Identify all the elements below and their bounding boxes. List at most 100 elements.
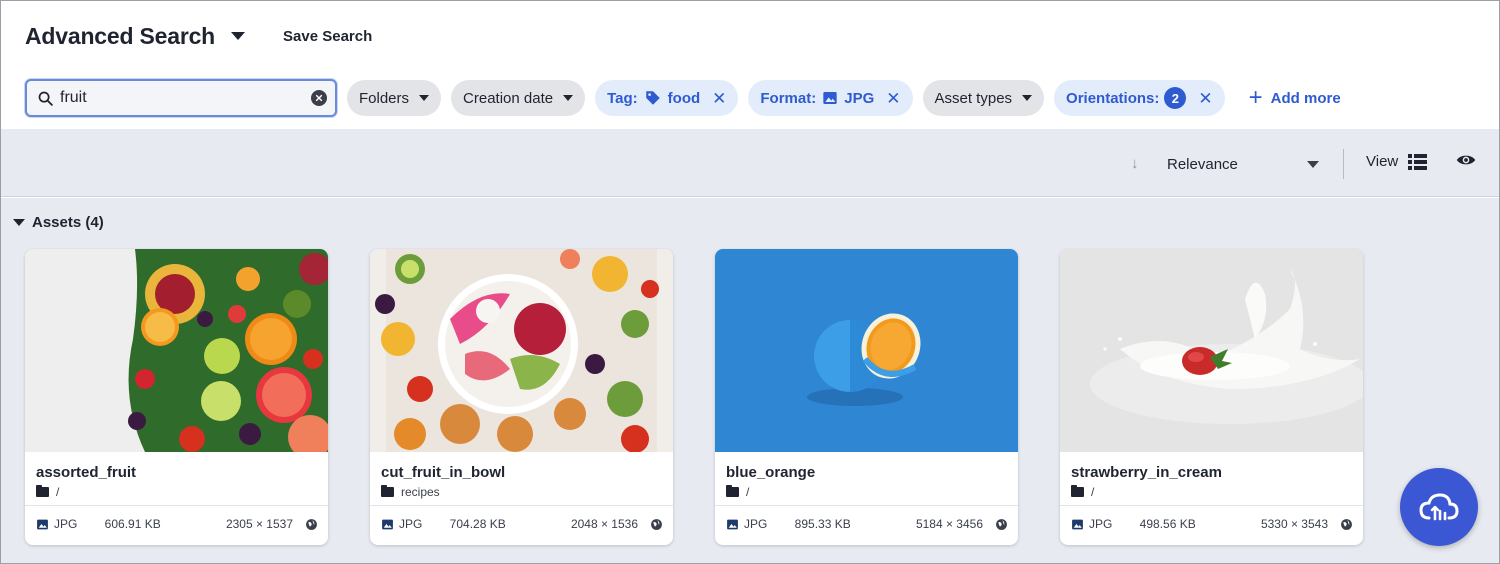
plus-icon: + (1248, 84, 1263, 111)
folder-icon (36, 485, 49, 497)
chevron-down-icon (1022, 95, 1033, 101)
asset-size: 895.33 KB (794, 517, 851, 531)
image-icon (822, 90, 838, 106)
card-divider (1060, 505, 1363, 506)
globe-icon (1340, 518, 1353, 531)
orientations-filter[interactable]: Orientations: 2 ✕ (1054, 80, 1225, 116)
asset-meta: JPG 895.33 KB 5184 × 3456 (726, 514, 1008, 534)
folder-icon (381, 485, 394, 497)
results-toolbar: ↓ Relevance View (1, 129, 1499, 197)
asset-format-label: JPG (399, 517, 423, 531)
search-input[interactable] (54, 83, 311, 113)
asset-folder-path: recipes (401, 485, 440, 499)
image-icon (382, 519, 393, 529)
asset-format: JPG (381, 517, 450, 531)
tag-icon (644, 89, 662, 107)
asset-name: assorted_fruit (36, 464, 137, 481)
tag-filter-label: Tag: (607, 89, 638, 107)
asset-card[interactable]: strawberry_in_cream / JPG 498.56 KB 5330… (1060, 249, 1363, 545)
asset-folder-path: / (56, 485, 60, 499)
save-search-button[interactable]: Save Search (283, 28, 372, 45)
asset-format-label: JPG (1089, 517, 1113, 531)
asset-thumbnail (25, 249, 328, 452)
asset-size: 606.91 KB (104, 517, 161, 531)
image-icon (727, 519, 738, 529)
app-frame: Advanced Search Save Search Folders (0, 0, 1500, 564)
asset-name: blue_orange (726, 464, 816, 481)
results-area: Assets (4) assorted_fruit / JPG 606.91 K… (1, 198, 1499, 563)
title-dropdown-icon[interactable] (231, 32, 246, 40)
add-more-button[interactable]: + Add more (1249, 86, 1341, 110)
asset-size: 704.28 KB (449, 517, 506, 531)
asset-meta: JPG 498.56 KB 5330 × 3543 (1071, 514, 1353, 534)
format-filter-value: JPG (844, 89, 875, 107)
remove-format-filter-icon[interactable]: ✕ (886, 90, 900, 107)
globe-icon (995, 518, 1008, 531)
tag-filter-value: food (667, 89, 701, 107)
assets-section-toggle[interactable]: Assets (4) (13, 214, 104, 231)
asset-folder: / (1071, 485, 1094, 499)
asset-folder-path: / (746, 485, 750, 499)
card-divider (715, 505, 1018, 506)
card-divider (25, 505, 328, 506)
filter-row: Folders Creation date Tag: food ✕ Format… (25, 79, 1341, 117)
asset-meta: JPG 704.28 KB 2048 × 1536 (381, 514, 663, 534)
asset-format: JPG (36, 517, 105, 531)
remove-tag-filter-icon[interactable]: ✕ (712, 90, 726, 107)
collapse-icon (13, 219, 25, 226)
list-view-icon (1408, 153, 1428, 170)
asset-folder: recipes (381, 485, 440, 499)
chevron-down-icon (419, 95, 430, 101)
sort-select-label: Relevance (1167, 155, 1238, 173)
asset-dimensions: 2048 × 1536 (570, 517, 639, 531)
tag-filter[interactable]: Tag: food ✕ (595, 80, 739, 116)
chevron-down-icon (1307, 160, 1319, 168)
asset-name: strawberry_in_cream (1071, 464, 1222, 481)
asset-types-filter[interactable]: Asset types (922, 80, 1045, 116)
folders-filter-label: Folders (359, 89, 410, 107)
folder-icon (1071, 485, 1084, 497)
orientations-filter-label: Orientations: (1066, 89, 1160, 107)
format-filter[interactable]: Format: JPG ✕ (748, 80, 913, 116)
search-box (25, 79, 337, 117)
clear-search-icon[interactable] (311, 90, 327, 106)
asset-dimensions: 5184 × 3456 (915, 517, 984, 531)
asset-card[interactable]: cut_fruit_in_bowl recipes JPG 704.28 KB … (370, 249, 673, 545)
folders-filter[interactable]: Folders (347, 80, 442, 116)
asset-format: JPG (1071, 517, 1140, 531)
globe-icon (650, 518, 663, 531)
header: Advanced Search Save Search Folders (1, 1, 1499, 129)
asset-thumbnail (715, 249, 1018, 452)
asset-card[interactable]: assorted_fruit / JPG 606.91 KB 2305 × 15… (25, 249, 328, 545)
remove-orientations-filter-icon[interactable]: ✕ (1198, 90, 1212, 107)
upload-cloud-button[interactable] (1400, 468, 1478, 546)
creation-date-filter[interactable]: Creation date (451, 80, 586, 116)
asset-folder: / (726, 485, 749, 499)
sort-direction-icon[interactable]: ↓ (1131, 155, 1139, 172)
sort-select[interactable]: Relevance (1167, 153, 1321, 175)
creation-date-filter-label: Creation date (463, 89, 554, 107)
asset-dimensions: 5330 × 3543 (1260, 517, 1329, 531)
globe-icon (305, 518, 318, 531)
eye-icon[interactable] (1456, 153, 1476, 172)
card-divider (370, 505, 673, 506)
view-toggle-button[interactable]: View (1366, 153, 1428, 170)
asset-dimensions: 2305 × 1537 (225, 517, 294, 531)
view-label: View (1366, 153, 1399, 170)
asset-types-filter-label: Asset types (934, 89, 1013, 107)
toolbar-divider (1343, 149, 1344, 179)
search-icon (38, 91, 53, 106)
assets-heading: Assets (4) (32, 214, 104, 231)
page-title: Advanced Search (25, 22, 216, 49)
asset-card[interactable]: blue_orange / JPG 895.33 KB 5184 × 3456 (715, 249, 1018, 545)
add-more-label: Add more (1270, 89, 1341, 107)
asset-folder: / (36, 485, 59, 499)
asset-format: JPG (726, 517, 795, 531)
title-row: Advanced Search Save Search (25, 21, 372, 51)
orientations-count-badge: 2 (1164, 87, 1187, 109)
format-filter-label: Format: (760, 89, 817, 107)
asset-size: 498.56 KB (1139, 517, 1196, 531)
asset-thumbnail (370, 249, 673, 452)
asset-meta: JPG 606.91 KB 2305 × 1537 (36, 514, 318, 534)
chevron-down-icon (563, 95, 574, 101)
